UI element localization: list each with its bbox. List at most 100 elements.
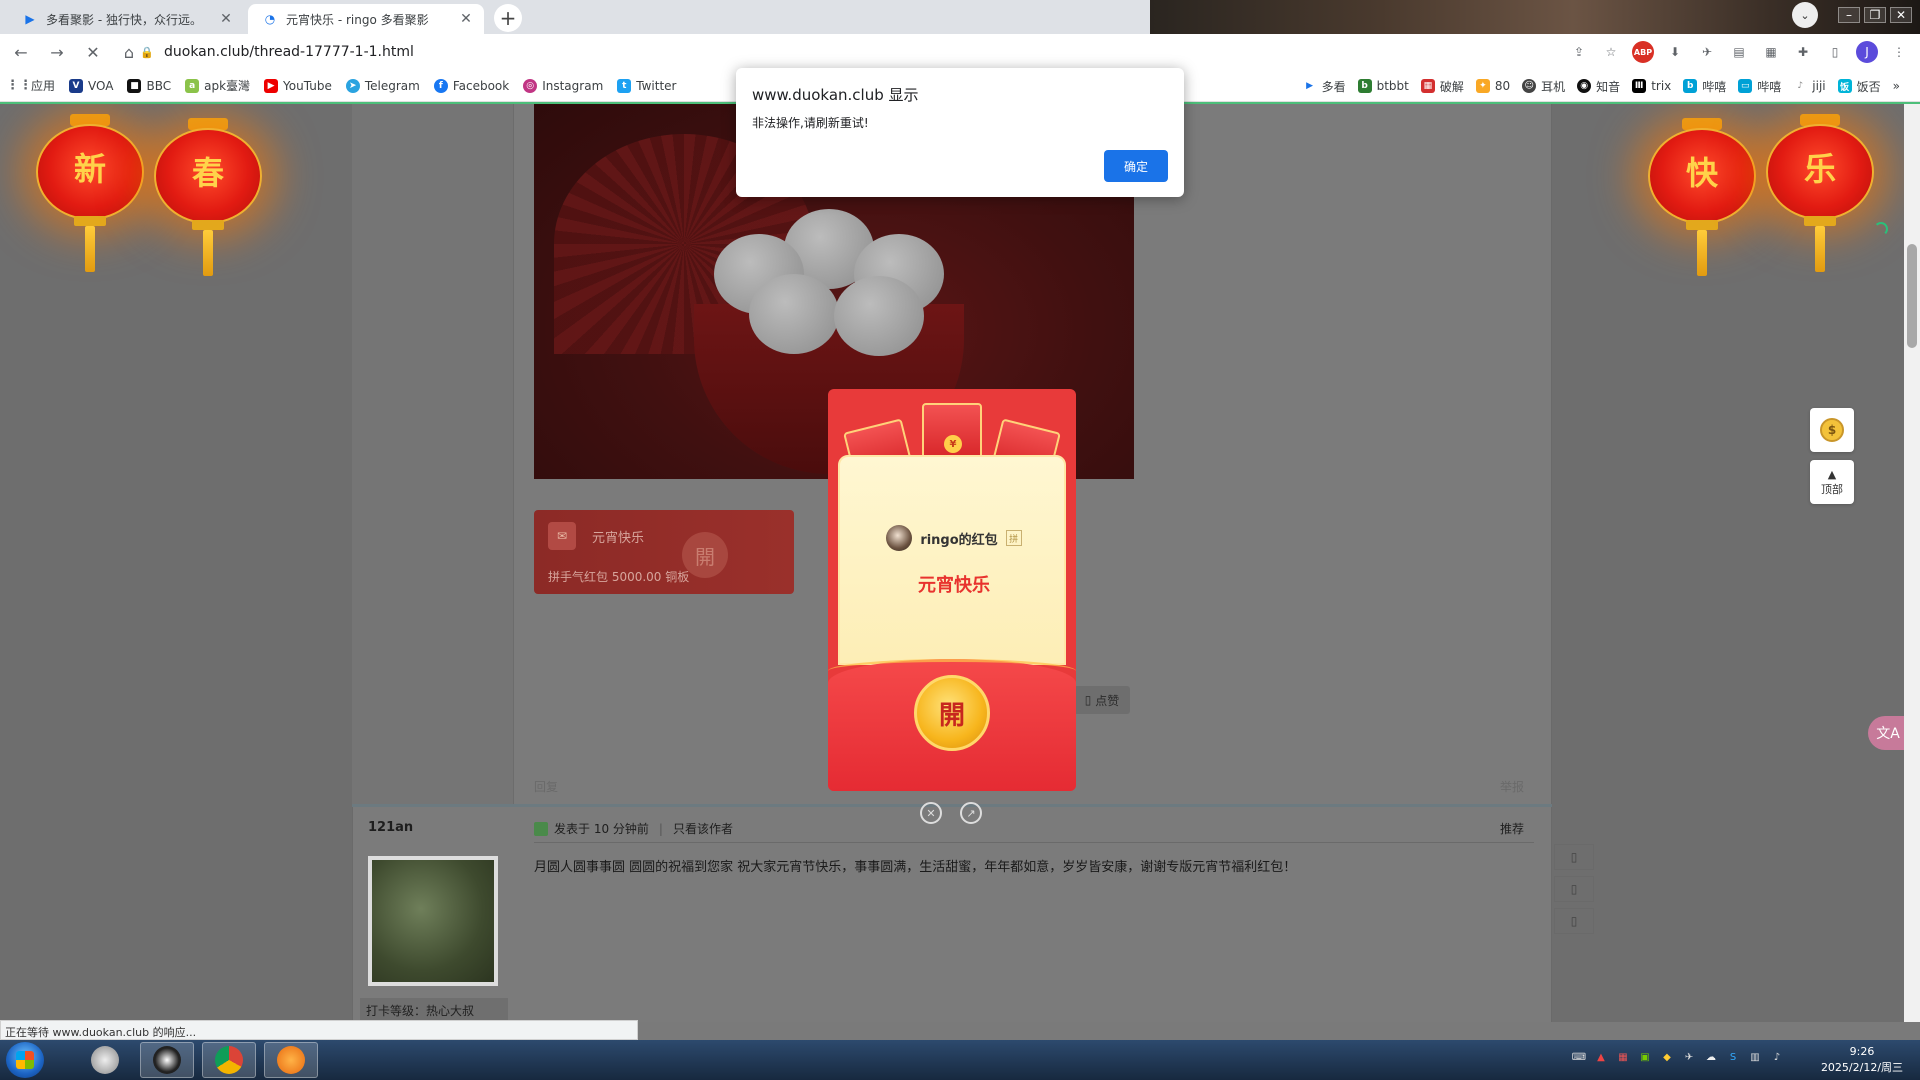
taskbar: ⌨ ▲ ▦ ▣ ◆ ✈ ☁ S ▥ ♪ 9:26 2025/2/12/周三 [0,1040,1920,1080]
coin-icon: $ [1820,418,1844,442]
bookmark-jiji[interactable]: ♪ jiji [1793,79,1825,93]
taskbar-clock[interactable]: 9:26 2025/2/12/周三 [1804,1044,1920,1076]
bookmark-80[interactable]: ✦ 80 [1475,79,1510,93]
bookmark-apps[interactable]: ⋮⋮ 应用 [6,77,55,94]
lantern-char: 春 [191,154,224,192]
scrollbar-thumb[interactable] [1907,244,1917,348]
tray-red-icon[interactable]: ▲ [1594,1050,1608,1064]
bookmark-bbc[interactable]: ■ BBC [127,78,171,93]
side-panel-icon[interactable]: ▯ [1824,41,1846,63]
keyboard-icon[interactable]: ⌨ [1572,1050,1586,1064]
post-header-divider [534,842,1534,843]
minimize-icon[interactable]: – [1838,7,1860,23]
coin-button[interactable]: $ [1810,408,1854,452]
bookmark-voa[interactable]: V VOA [69,78,113,93]
bookmarks-overflow[interactable]: » [1893,79,1900,93]
tab-search-icon[interactable]: ⌄ [1792,2,1818,28]
bookmark-twitter[interactable]: t Twitter [617,78,676,93]
report-link[interactable]: 举报 [1500,778,1524,795]
side-tool-icon[interactable]: ▯ [1554,908,1594,934]
bookmark-bilibili-2[interactable]: ▭ 哔嘻 [1738,78,1781,95]
page-scrollbar[interactable] [1904,104,1920,1022]
bookmark-apk[interactable]: a apk臺灣 [185,77,250,94]
side-tool-icon[interactable]: ▯ [1554,876,1594,902]
tab-close-icon[interactable]: ✕ [458,11,474,27]
extensions-puzzle-icon[interactable]: ✚ [1792,41,1814,63]
bookmark-youtube[interactable]: ▶ YouTube [264,78,332,93]
bookmark-trix[interactable]: Ⅲtrix [1632,79,1671,93]
bookmark-fanfou[interactable]: 饭饭否 [1837,78,1881,95]
url-text[interactable]: duokan.club/thread-17777-1-1.html [164,44,414,60]
duokan-favicon-icon: ▶ [25,12,35,26]
alert-ok-button[interactable]: 确定 [1104,150,1168,182]
profile-avatar[interactable]: J [1856,41,1878,63]
extension-green-icon[interactable]: ▤ [1728,41,1750,63]
back-icon[interactable]: ← [6,37,36,67]
rice-ball [834,276,924,356]
side-tool-icon[interactable]: ▯ [1554,844,1594,870]
bookmark-duokan[interactable]: ▶ 多看 [1303,78,1345,95]
only-author-link[interactable]: 只看该作者 [673,820,733,837]
start-button[interactable] [6,1042,44,1078]
taskbar-app-chrome[interactable] [202,1042,256,1078]
network-icon[interactable]: ▥ [1748,1050,1762,1064]
arrow-up-icon: ▲ [1827,467,1837,481]
nvidia-icon[interactable]: ▣ [1638,1050,1652,1064]
bookmark-crack[interactable]: ▦ 破解 [1420,78,1464,95]
reply-link[interactable]: 回复 [534,778,558,795]
close-window-icon[interactable]: ✕ [1890,7,1912,23]
floating-buttons: $ ▲ 顶部 [1810,408,1854,504]
fanfou-icon: 饭 [1837,79,1852,93]
stop-loading-icon[interactable]: ✕ [78,37,108,67]
taskbar-app-mouse[interactable] [78,1042,132,1078]
tray-bird-icon[interactable]: ✈ [1682,1050,1696,1064]
post-author-name[interactable]: 121an [368,820,413,835]
envelope-card: ringo的红包 拼 元宵快乐 [838,455,1066,665]
share-icon[interactable]: ⇪ [1568,41,1590,63]
bookmark-telegram[interactable]: ➤ Telegram [345,78,420,93]
post-body: 月圆人圆事事圆 圆圆的祝福到您家 祝大家元宵节快乐，事事圆满，生活甜蜜，年年都如… [534,860,1297,875]
restore-icon[interactable]: ❐ [1864,7,1886,23]
tab-thread[interactable]: ◔ 元宵快乐 - ringo 多看聚影 ✕ [248,4,484,34]
bookmark-btbbt[interactable]: b btbbt [1357,79,1409,93]
crack-icon: ▦ [1420,79,1435,93]
like-button[interactable]: ▯ 点赞 [1074,686,1130,714]
lantern-char: 快 [1685,154,1718,192]
red-packet-card[interactable]: ✉ 元宵快乐 開 拼手气红包 5000.00 铜板 [534,510,794,594]
back-to-top-button[interactable]: ▲ 顶部 [1810,460,1854,504]
taskbar-app-alien[interactable] [140,1042,194,1078]
volume-icon[interactable]: ♪ [1770,1050,1784,1064]
tray-shield-icon[interactable]: ◆ [1660,1050,1674,1064]
menu-kebab-icon[interactable]: ⋮ [1888,41,1910,63]
lock-icon[interactable]: 🔒 [140,46,156,59]
bookmark-facebook[interactable]: f Facebook [433,78,509,93]
share-arrow-icon[interactable]: ↗ [960,802,982,824]
translate-icon[interactable]: 文A [1868,716,1904,750]
extension-pink-icon[interactable]: ▦ [1760,41,1782,63]
adblock-icon[interactable]: ABP [1632,41,1654,63]
close-circle-icon[interactable]: ✕ [920,802,942,824]
extension-bird-icon[interactable]: ✈ [1696,41,1718,63]
tab-strip: ▶ 多看聚影 - 独行快，众行远。 ✕ ◔ 元宵快乐 - ringo 多看聚影 … [0,0,1920,34]
bookmark-zhiyin[interactable]: ◉ 知音 [1577,78,1620,95]
tray-s-icon[interactable]: S [1726,1050,1740,1064]
alert-message: 非法操作,请刷新重试! [752,116,869,130]
forward-icon[interactable]: → [42,37,72,67]
extension-download-icon[interactable]: ⬇ [1664,41,1686,63]
tray-grid-icon[interactable]: ▦ [1616,1050,1630,1064]
open-envelope-button[interactable]: 開 [914,675,990,751]
tray-cloud-icon[interactable]: ☁ [1704,1050,1718,1064]
bookmark-star-icon[interactable]: ☆ [1600,41,1622,63]
user-icon [534,821,548,836]
new-tab-button[interactable]: + [494,4,522,32]
avatar-image [372,860,494,982]
bookmark-earphone[interactable]: ☺ 耳机 [1522,78,1565,95]
tab-duokan-home[interactable]: ▶ 多看聚影 - 独行快，众行远。 ✕ [8,4,244,34]
tab-close-icon[interactable]: ✕ [218,11,234,27]
bookmark-bilibili-1[interactable]: b 哔嘻 [1683,78,1726,95]
avatar[interactable] [368,856,498,986]
taskbar-app-orange[interactable] [264,1042,318,1078]
bookmark-instagram[interactable]: ◎ Instagram [523,78,603,93]
luck-badge: 拼 [1005,530,1022,546]
recommend-link[interactable]: 推荐 [1500,820,1524,837]
